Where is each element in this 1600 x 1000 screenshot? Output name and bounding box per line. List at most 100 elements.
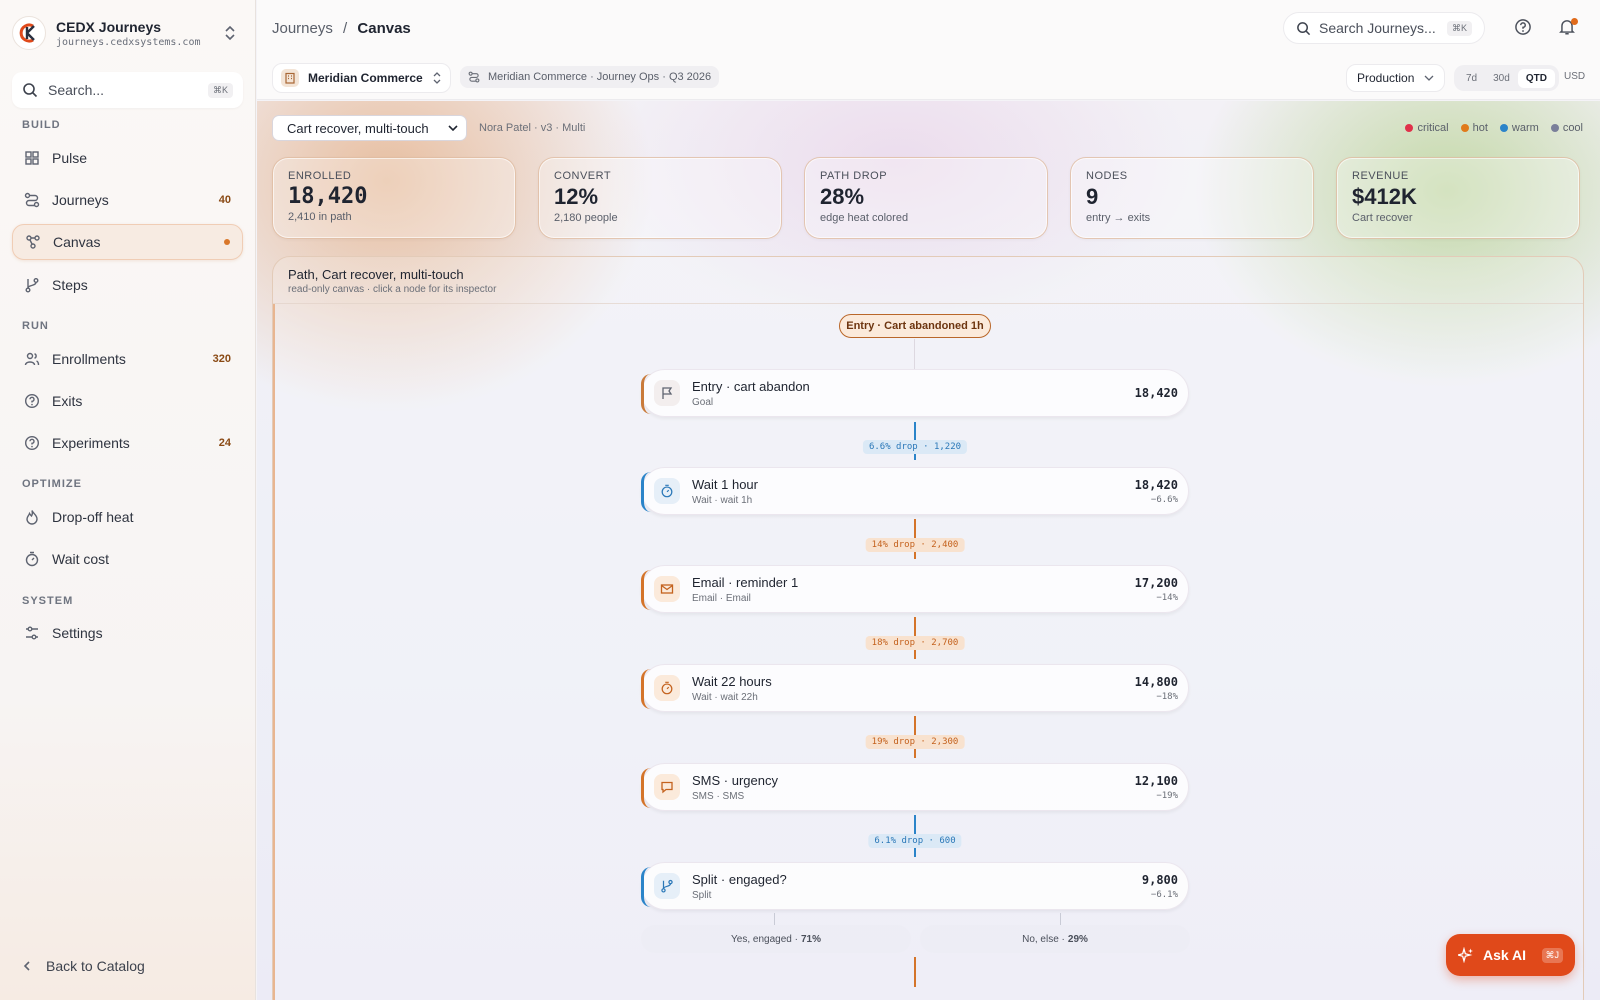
node-count: 18,420: [1134, 477, 1178, 492]
node-title: SMS · urgency: [692, 772, 778, 788]
kpi-convert[interactable]: CONVERT 12% 2,180 people: [538, 157, 782, 239]
kpi-value: $412K: [1352, 184, 1417, 209]
node-title: Entry · cart abandon: [692, 378, 810, 394]
chevron-left-icon: [23, 961, 30, 971]
breadcrumb-current: Canvas: [357, 19, 411, 37]
journey-select[interactable]: Cart recover, multi-touch: [272, 115, 467, 141]
branch-yes[interactable]: Yes, engaged · 71%: [641, 925, 911, 953]
range-qtd[interactable]: QTD: [1517, 68, 1555, 88]
context-chip: Meridian Commerce · Journey Ops · Q3 202…: [460, 66, 720, 88]
kpi-label: REVENUE: [1352, 170, 1409, 182]
kpi-value: 18,420: [288, 184, 368, 209]
route-icon: [468, 71, 480, 83]
users-icon: [24, 351, 40, 367]
branch-no[interactable]: No, else · 29%: [920, 925, 1190, 953]
back-to-catalog-link[interactable]: Back to Catalog: [22, 958, 145, 974]
kpi-enrolled[interactable]: ENROLLED 18,420 2,410 in path: [272, 157, 516, 239]
node-subtitle: Wait · wait 22h: [692, 691, 758, 703]
journey-node[interactable]: Split · engaged? Split 9,800 −6.1%: [641, 862, 1189, 910]
help-circle-icon: [24, 393, 40, 409]
environment-value: Production: [1357, 71, 1415, 85]
kpi-nodes[interactable]: NODES 9 entry → exits: [1070, 157, 1314, 239]
node-title: Wait 22 hours: [692, 673, 772, 689]
sidebar-item-steps[interactable]: Steps: [12, 267, 243, 303]
range-7d[interactable]: 7d: [1458, 69, 1485, 88]
git-branch-icon: [24, 277, 40, 293]
timer-icon: [654, 478, 680, 504]
journey-node[interactable]: Email · reminder 1 Email · Email 17,200 …: [641, 565, 1189, 613]
node-accent: [641, 768, 651, 808]
entry-trigger-pill[interactable]: Entry · Cart abandoned 1h: [839, 314, 991, 338]
chevron-down-icon: [448, 125, 458, 131]
range-30d[interactable]: 30d: [1485, 69, 1518, 88]
journey-node[interactable]: Entry · cart abandon Goal 18,420: [641, 369, 1189, 417]
node-title: Split · engaged?: [692, 871, 787, 887]
breadcrumb-parent[interactable]: Journeys: [272, 20, 333, 37]
edge-hot: [914, 957, 916, 987]
node-subtitle: Email · Email: [692, 592, 751, 604]
grid-icon: [24, 150, 40, 166]
workspace-select[interactable]: Meridian Commerce: [272, 63, 451, 93]
journey-node[interactable]: Wait 1 hour Wait · wait 1h 18,420 −6.6%: [641, 467, 1189, 515]
kpi-value: 9: [1086, 184, 1099, 209]
chevron-up-down-icon[interactable]: [222, 23, 238, 43]
breadcrumb-separator: /: [343, 19, 348, 37]
mail-icon: [654, 576, 680, 602]
sidebar-item-experiments[interactable]: Experiments 24: [12, 425, 243, 461]
node-subtitle: Wait · wait 1h: [692, 494, 753, 506]
branch-percent: 71%: [800, 933, 821, 945]
bell-icon[interactable]: [1558, 18, 1578, 38]
global-search-input[interactable]: Search Journeys... ⌘K: [1283, 12, 1485, 44]
node-title: Wait 1 hour: [692, 476, 758, 492]
node-delta: −18%: [1156, 691, 1178, 702]
kpi-sub: edge heat colored: [820, 212, 909, 224]
environment-select[interactable]: Production: [1346, 64, 1445, 92]
node-title: Email · reminder 1: [692, 574, 799, 590]
sidebar-item-enrollments[interactable]: Enrollments 320: [12, 341, 243, 377]
legend-label: cool: [1562, 122, 1583, 134]
sidebar-search-input[interactable]: Search... ⌘K: [12, 72, 243, 108]
flame-icon: [24, 509, 40, 525]
kpi-revenue[interactable]: REVENUE $412K Cart recover: [1336, 157, 1580, 239]
sidebar-item-dropoff-heat[interactable]: Drop-off heat: [12, 499, 243, 535]
context-label: Meridian Commerce · Journey Ops · Q3 202…: [488, 71, 712, 83]
panel-accent-line: [273, 304, 275, 1000]
sidebar-item-exits[interactable]: Exits: [12, 383, 243, 419]
kpi-sub: 2,410 in path: [288, 211, 352, 223]
shortcut-hint: ⌘J: [1541, 947, 1563, 963]
journey-node[interactable]: Wait 22 hours Wait · wait 22h 14,800 −18…: [641, 664, 1189, 712]
journey-node[interactable]: SMS · urgency SMS · SMS 12,100 −19%: [641, 763, 1189, 811]
sidebar-item-settings[interactable]: Settings: [12, 615, 243, 651]
chevron-down-icon: [1424, 75, 1434, 81]
edge: [914, 339, 915, 369]
sidebar-item-label: Steps: [52, 277, 88, 293]
sparkles-icon: [1458, 947, 1473, 963]
node-subtitle: SMS · SMS: [692, 790, 745, 802]
brand-switcher[interactable]: CEDX Journeys journeys.cedxsystems.com: [12, 14, 244, 52]
sidebar-item-label: Wait cost: [52, 551, 110, 567]
legend-item: cool: [1550, 122, 1583, 134]
app-url: journeys.cedxsystems.com: [56, 36, 201, 48]
branch-icon: [654, 873, 680, 899]
notification-dot: [1571, 18, 1578, 25]
chevron-up-down-icon: [433, 72, 441, 84]
canvas-main: Cart recover, multi-touch Nora Patel · v…: [257, 101, 1600, 1000]
heat-legend: critical hot warm cool: [1405, 122, 1583, 134]
sidebar-item-journeys[interactable]: Journeys 40: [12, 182, 243, 218]
edge-branch: [774, 913, 775, 925]
timer-icon: [24, 551, 40, 567]
sidebar-item-canvas[interactable]: Canvas: [12, 224, 243, 260]
sidebar-item-wait-cost[interactable]: Wait cost: [12, 541, 243, 577]
building-icon: [281, 69, 299, 87]
legend-label: warm: [1511, 122, 1539, 134]
edge-branch: [1060, 913, 1061, 925]
sidebar-item-pulse[interactable]: Pulse: [12, 140, 243, 176]
ask-ai-button[interactable]: Ask AI ⌘J: [1446, 934, 1575, 976]
search-icon: [23, 83, 38, 98]
section-run: RUN: [22, 320, 49, 332]
help-icon[interactable]: [1514, 18, 1534, 38]
currency-label[interactable]: USD: [1564, 71, 1585, 82]
kpi-path-drop[interactable]: PATH DROP 28% edge heat colored: [804, 157, 1048, 239]
node-accent: [641, 867, 651, 907]
sidebar-item-label: Exits: [52, 393, 83, 409]
